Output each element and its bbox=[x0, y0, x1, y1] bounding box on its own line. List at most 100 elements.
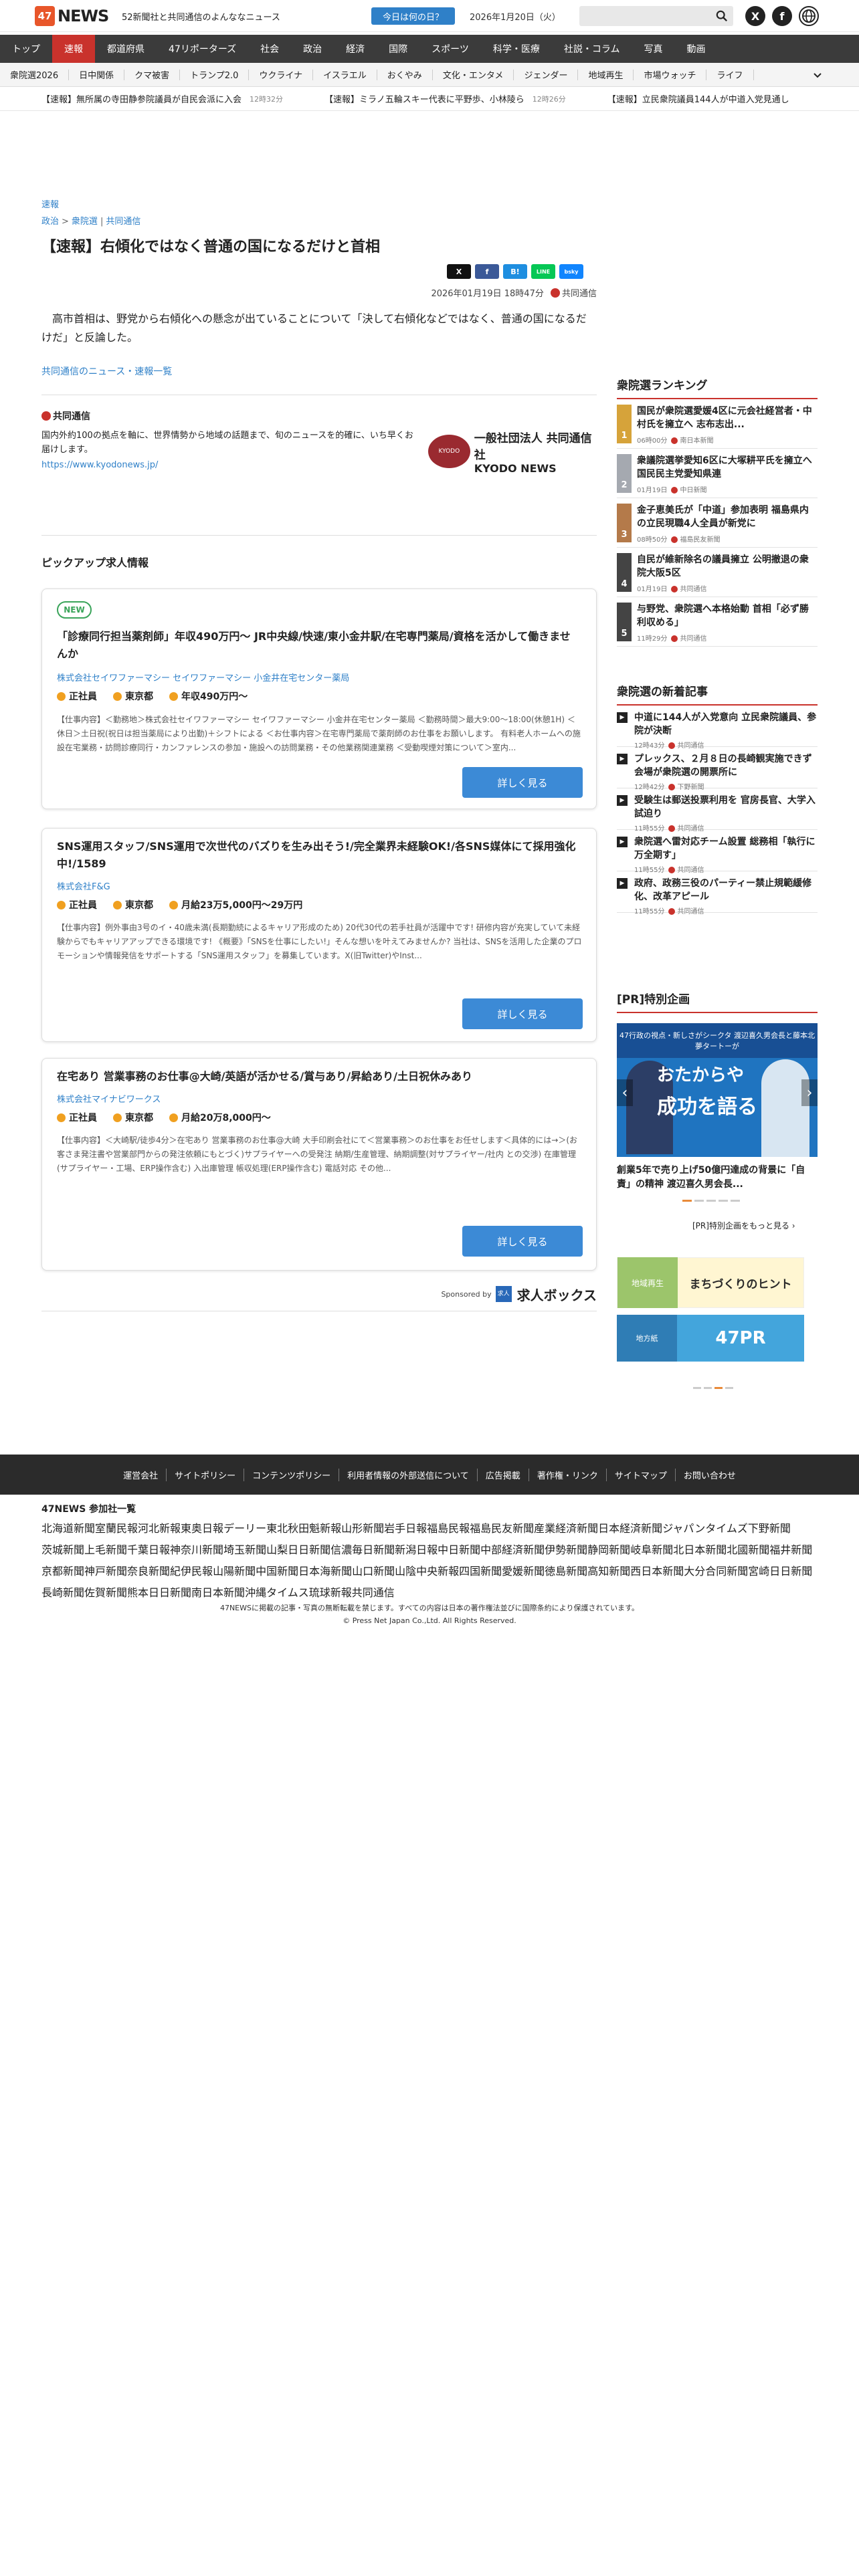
ticker-item[interactable]: 【速報】無所属の寺田静参院議員が自民会派に入会 bbox=[41, 92, 242, 105]
member-paper-link[interactable]: 高知新聞 bbox=[587, 1562, 630, 1578]
job-detail-button[interactable]: 詳しく見る bbox=[462, 998, 583, 1029]
ranking-item[interactable]: 3 金子恵美氏が「中道」参加表明 福島県内の立民現職4人全員が新党に 08時50分 福… bbox=[617, 498, 818, 548]
article-category[interactable]: 速報 bbox=[41, 197, 597, 210]
footer-link[interactable]: サイトマップ bbox=[607, 1468, 676, 1481]
nav-item[interactable]: スポーツ bbox=[419, 35, 481, 63]
carousel-dot[interactable] bbox=[714, 1387, 723, 1389]
ranking-item[interactable]: 5 与野党、衆院選へ本格始動 首相「必ず勝利収める」 11時29分 共同通信 bbox=[617, 597, 818, 647]
nav-item[interactable]: 社説・コラム bbox=[552, 35, 632, 63]
ranking-title[interactable]: 国民が衆院選愛媛4区に元会社経営者・中村氏を擁立へ 志布志出... bbox=[637, 405, 818, 433]
member-paper-link[interactable]: 宮崎日日新聞 bbox=[748, 1562, 812, 1578]
member-paper-link[interactable]: 山梨日日新聞 bbox=[266, 1541, 330, 1557]
footer-link[interactable]: 利用者情報の外部送信について bbox=[339, 1468, 478, 1481]
member-paper-link[interactable]: 埼玉新聞 bbox=[223, 1541, 266, 1557]
member-paper-link[interactable]: 日本海新聞 bbox=[298, 1562, 352, 1578]
subnav-item[interactable]: 文化・エンタメ bbox=[433, 69, 514, 81]
member-paper-link[interactable]: 沖縄タイムス bbox=[245, 1584, 309, 1600]
new-article-item[interactable]: ▶ 衆院選へ雷対応チーム設置 総務相「執行に万全期す」 11時55分 共同通信 bbox=[617, 830, 818, 874]
member-paper-link[interactable]: 下野新聞 bbox=[748, 1519, 791, 1535]
member-paper-link[interactable]: 大分合同新聞 bbox=[684, 1562, 748, 1578]
pr-banner[interactable]: 47行政の視点・新しさがシークタ 渡辺喜久男会長と藤本北夢タートーが おたからや… bbox=[617, 1023, 818, 1157]
footer-link[interactable]: コンテンツポリシー bbox=[244, 1468, 340, 1481]
chevron-down-icon[interactable] bbox=[811, 68, 824, 82]
regional-revival-ad[interactable]: 地域再生 まちづくりのヒント bbox=[617, 1257, 804, 1308]
subnav-item[interactable]: ウクライナ bbox=[249, 69, 314, 81]
member-paper-link[interactable]: 山陰中央新報 bbox=[395, 1562, 459, 1578]
member-paper-link[interactable]: 東奥日報 bbox=[181, 1519, 223, 1535]
footer-link[interactable]: サイトポリシー bbox=[167, 1468, 245, 1481]
member-paper-link[interactable]: 信濃毎日新聞 bbox=[330, 1541, 395, 1557]
ranking-title[interactable]: 衆議院選挙愛知6区に大塚耕平氏を擁立へ 国民民主党愛知県連 bbox=[637, 454, 818, 482]
pr-caption[interactable]: 創業5年で売り上げ50億円達成の背景に「自責」の精神 渡辺喜久男会長... bbox=[617, 1164, 818, 1192]
member-paper-link[interactable]: 千葉日報 bbox=[127, 1541, 170, 1557]
kyodo-news-list-link[interactable]: 共同通信のニュース・速報一覧 bbox=[41, 364, 172, 378]
carousel-dot[interactable] bbox=[694, 1200, 704, 1202]
member-paper-link[interactable]: 福井新聞 bbox=[769, 1541, 812, 1557]
footer-link[interactable]: 広告掲載 bbox=[478, 1468, 529, 1481]
member-paper-link[interactable]: 北國新聞 bbox=[727, 1541, 769, 1557]
ticker-item[interactable]: 【速報】立民衆院議員144人が中道入党見通し bbox=[607, 92, 789, 105]
member-paper-link[interactable]: 熊本日日新聞 bbox=[127, 1584, 191, 1600]
member-paper-link[interactable]: 長崎新聞 bbox=[41, 1584, 84, 1600]
new-article-title[interactable]: 衆院選へ雷対応チーム設置 総務相「執行に万全期す」 bbox=[634, 835, 818, 863]
member-paper-link[interactable]: 静岡新聞 bbox=[587, 1541, 630, 1557]
x-icon[interactable]: X bbox=[745, 6, 765, 26]
new-article-item[interactable]: ▶ 政府、政務三役のパーティー禁止規範緩修化、改革アピール 11時55分 共同通信 bbox=[617, 871, 818, 916]
ranking-item[interactable]: 4 自民が維新除名の議員擁立 公明撤退の衆院大阪5区 01月19日 共同通信 bbox=[617, 548, 818, 597]
chevron-right-icon[interactable]: › bbox=[801, 1079, 818, 1106]
member-paper-link[interactable]: 共同通信 bbox=[352, 1584, 395, 1600]
member-paper-link[interactable]: デーリー東北 bbox=[223, 1519, 288, 1535]
new-article-title[interactable]: 受験生は郵送投票利用を 官房長官、大学入試迫り bbox=[634, 794, 818, 821]
breadcrumb-kyodo[interactable]: 共同通信 bbox=[106, 217, 140, 227]
share-bluesky-button[interactable]: bsky bbox=[559, 264, 583, 279]
share-facebook-button[interactable]: f bbox=[475, 264, 499, 279]
member-paper-link[interactable]: 琉球新報 bbox=[309, 1584, 352, 1600]
carousel-dot[interactable] bbox=[693, 1387, 701, 1389]
member-paper-link[interactable]: 四国新聞 bbox=[459, 1562, 502, 1578]
carousel-dot[interactable] bbox=[706, 1200, 716, 1202]
member-paper-link[interactable]: 伊勢新聞 bbox=[545, 1541, 587, 1557]
member-paper-link[interactable]: 中国新聞 bbox=[256, 1562, 298, 1578]
share-hatena-button[interactable]: B! bbox=[503, 264, 527, 279]
share-line-button[interactable]: LINE bbox=[531, 264, 555, 279]
chevron-left-icon[interactable]: ‹ bbox=[617, 1079, 633, 1106]
job-card[interactable]: 在宅あり 営業事務のお仕事@大崎/英語が活かせる/賞与あり/昇給あり/土日祝休み… bbox=[41, 1058, 597, 1271]
member-paper-link[interactable]: 西日本新聞 bbox=[630, 1562, 684, 1578]
nav-item[interactable]: 写真 bbox=[632, 35, 674, 63]
member-paper-link[interactable]: 室蘭民報 bbox=[95, 1519, 138, 1535]
job-title[interactable]: 在宅あり 営業事務のお仕事@大崎/英語が活かせる/賞与あり/昇給あり/土日祝休み… bbox=[57, 1068, 579, 1085]
nav-item[interactable]: 国際 bbox=[377, 35, 419, 63]
member-paper-link[interactable]: 南日本新聞 bbox=[191, 1584, 245, 1600]
member-paper-link[interactable]: 秋田魁新報 bbox=[288, 1519, 341, 1535]
new-article-title[interactable]: 政府、政務三役のパーティー禁止規範緩修化、改革アピール bbox=[634, 877, 818, 904]
member-paper-link[interactable]: 佐賀新聞 bbox=[84, 1584, 127, 1600]
member-paper-link[interactable]: 紀伊民報 bbox=[170, 1562, 213, 1578]
kyodo-logo[interactable]: KYODO 一般社団法人 共同通信社 KYODO NEWS bbox=[428, 432, 597, 475]
nav-item[interactable]: 科学・医療 bbox=[481, 35, 552, 63]
ranking-item[interactable]: 2 衆議院選挙愛知6区に大塚耕平氏を擁立へ 国民民主党愛知県連 01月19日 中日新聞 bbox=[617, 449, 818, 498]
nav-item[interactable]: 47リポーターズ bbox=[157, 35, 248, 63]
job-company[interactable]: 株式会社セイワファーマシー セイワファーマシー 小金井在宅センター薬局 bbox=[57, 671, 349, 683]
carousel-dot[interactable] bbox=[682, 1200, 692, 1202]
member-paper-link[interactable]: 京都新聞 bbox=[41, 1562, 84, 1578]
ranking-title[interactable]: 自民が維新除名の議員擁立 公明撤退の衆院大阪5区 bbox=[637, 553, 818, 581]
breadcrumb-election[interactable]: 衆院選 bbox=[72, 217, 98, 227]
member-paper-link[interactable]: 山口新聞 bbox=[352, 1562, 395, 1578]
member-paper-link[interactable]: 北日本新聞 bbox=[673, 1541, 727, 1557]
member-paper-link[interactable]: ジャパンタイムズ bbox=[662, 1519, 748, 1535]
subnav-item[interactable]: ライフ bbox=[706, 69, 754, 81]
nav-item[interactable]: 動画 bbox=[674, 35, 717, 63]
subnav-item[interactable]: 日中関係 bbox=[69, 69, 125, 81]
member-paper-link[interactable]: 北海道新聞 bbox=[41, 1519, 95, 1535]
job-card[interactable]: NEW 「診療同行担当薬剤師」年収490万円～ JR中央線/快速/東小金井駅/在… bbox=[41, 588, 597, 809]
subnav-item[interactable]: 市場ウォッチ bbox=[634, 69, 707, 81]
footer-link[interactable]: 運営会社 bbox=[115, 1468, 167, 1481]
member-paper-link[interactable]: 産業経済新聞 bbox=[534, 1519, 598, 1535]
ranking-title[interactable]: 与野党、衆院選へ本格始動 首相「必ず勝利収める」 bbox=[637, 603, 818, 631]
subnav-item[interactable]: クマ被害 bbox=[124, 69, 181, 81]
site-logo[interactable]: 47 NEWS bbox=[35, 5, 110, 27]
footer-link[interactable]: お問い合わせ bbox=[676, 1469, 744, 1481]
job-title[interactable]: SNS運用スタッフ/SNS運用で次世代のバズりを生み出そう!/完全業界未経験OK… bbox=[57, 838, 579, 872]
subnav-item[interactable]: 地域再生 bbox=[578, 69, 634, 81]
carousel-dot[interactable] bbox=[704, 1387, 712, 1389]
